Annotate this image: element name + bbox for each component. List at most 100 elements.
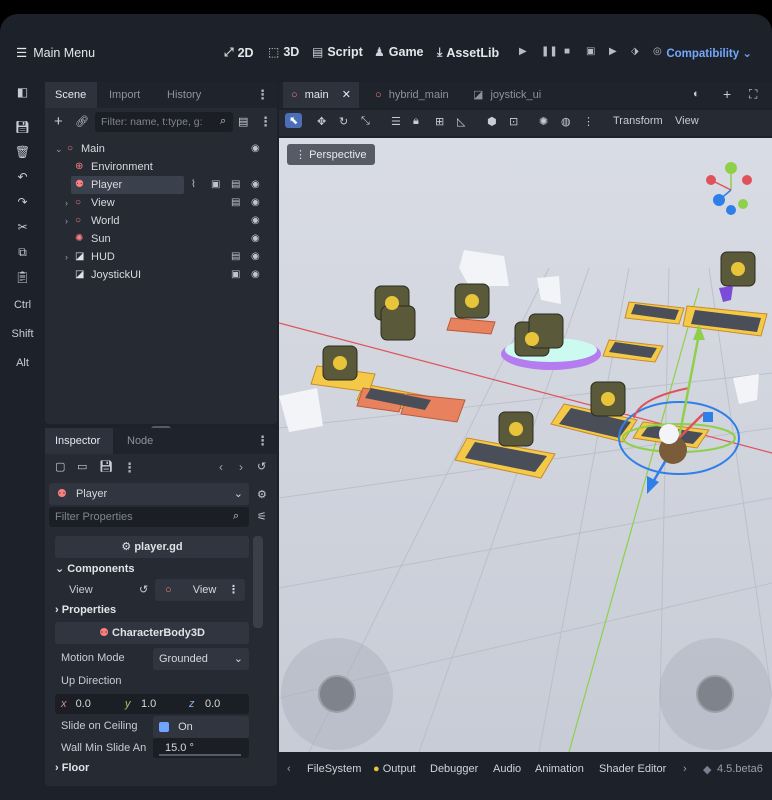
scene-instance-icon[interactable]: ▣	[211, 176, 220, 194]
main-menu-button[interactable]: ☰ Main Menu	[16, 45, 95, 61]
animation-tab[interactable]: Animation	[535, 763, 584, 775]
renderer-select[interactable]: Compatibility ⌄	[666, 46, 752, 60]
eye-icon[interactable]: ◉	[251, 266, 260, 284]
chevron-right-icon[interactable]: ›	[65, 248, 68, 266]
script-icon[interactable]: ▤	[231, 176, 240, 194]
select-tool-icon[interactable]: ⬉	[285, 113, 303, 128]
up-direction-field[interactable]: x 0.0 y 1.0 z 0.0	[55, 694, 249, 714]
open-folder-icon[interactable]: ▭	[77, 460, 87, 473]
scene-instance-icon[interactable]: ▣	[231, 266, 240, 284]
tab-scene[interactable]: Scene	[45, 82, 97, 108]
environment-preview-icon[interactable]: ◍	[561, 115, 571, 128]
tree-item-hud[interactable]: › ◪ HUD ▤ ◉	[45, 248, 277, 266]
move-tool-icon[interactable]: ✥	[317, 115, 326, 128]
play-scene-icon[interactable]: ▶	[609, 46, 617, 57]
workspace-game-button[interactable]: ♟ Game	[374, 45, 424, 59]
local-space-icon[interactable]: ⬢	[487, 115, 497, 128]
script-section[interactable]: ⚙ player.gd	[55, 536, 249, 558]
toggle-dock-icon[interactable]: ◧	[0, 85, 45, 99]
chevron-left-icon[interactable]: ‹	[219, 460, 223, 474]
add-tab-icon[interactable]: +	[723, 86, 731, 102]
perspective-menu[interactable]: ⋮ Perspective	[287, 144, 375, 165]
close-icon[interactable]: ✕	[342, 82, 351, 108]
redo-icon[interactable]: ↷	[0, 195, 45, 209]
ruler-icon[interactable]: ◺	[457, 115, 465, 128]
filter-properties-input[interactable]: Filter Properties	[49, 507, 249, 527]
distraction-free-icon[interactable]: ⛶	[749, 87, 757, 102]
properties-group[interactable]: › Properties	[55, 604, 116, 616]
link-icon[interactable]: 🔗︎	[75, 115, 89, 128]
right-joystick[interactable]	[659, 638, 771, 750]
tab-node[interactable]: Node	[117, 428, 163, 454]
add-node-icon[interactable]: +	[54, 113, 63, 130]
object-tools-icon[interactable]: ⚙	[257, 488, 267, 501]
tab-inspector[interactable]: Inspector	[45, 428, 113, 454]
list-select-icon[interactable]: ☰	[391, 115, 401, 128]
movie-maker-icon[interactable]: ◎	[653, 46, 662, 57]
tree-item-main[interactable]: ⌄ ○ Main ◉	[45, 140, 277, 158]
view-menu[interactable]: View	[675, 115, 699, 127]
rotate-tool-icon[interactable]: ↻	[339, 115, 348, 128]
output-tab[interactable]: ● Output	[373, 763, 416, 775]
new-resource-icon[interactable]: ▢	[55, 460, 65, 473]
save-icon[interactable]: 💾︎	[0, 120, 45, 134]
kebab-icon[interactable]: ⋮	[256, 87, 269, 103]
eye-icon[interactable]: ◉	[251, 140, 260, 158]
tab-hybrid-main[interactable]: ○ hybrid_main	[375, 82, 449, 108]
remote-debug-icon[interactable]: ▣	[586, 46, 595, 57]
tree-item-joystickui[interactable]: ◪ JoystickUI ▣ ◉	[45, 266, 277, 284]
group-icon[interactable]: ⊞	[435, 115, 444, 128]
joystick-knob[interactable]	[696, 675, 734, 713]
chevron-down-icon[interactable]: ⌄	[55, 140, 63, 158]
tree-item-sun[interactable]: ✺ Sun ◉	[45, 230, 277, 248]
eye-icon[interactable]: ◉	[251, 194, 260, 212]
eye-icon[interactable]: ◉	[251, 176, 260, 194]
scene-filter-input[interactable]: Filter: name, t:type, g:	[95, 112, 233, 132]
play-icon[interactable]: ▶	[519, 46, 527, 57]
pause-icon[interactable]: ❚❚	[541, 46, 558, 57]
workspace-script-button[interactable]: ▤ Script	[312, 45, 363, 59]
slider-track[interactable]	[159, 754, 241, 756]
filter-settings-icon[interactable]: ⚟	[257, 510, 267, 523]
filesystem-tab[interactable]: FileSystem	[307, 763, 361, 775]
tab-import[interactable]: Import	[99, 82, 150, 108]
debugger-tab[interactable]: Debugger	[430, 763, 478, 775]
play-custom-icon[interactable]: ⬗	[631, 46, 639, 57]
workspace-2d-button[interactable]: ⤢ 2D	[224, 45, 254, 60]
tab-joystick-ui[interactable]: ◪ joystick_ui	[473, 82, 541, 108]
kebab-icon[interactable]: ⋮	[123, 460, 136, 476]
shift-key[interactable]: Shift	[0, 328, 45, 340]
workspace-assetlib-button[interactable]: ⤓ AssetLib	[437, 45, 499, 60]
left-joystick[interactable]	[281, 638, 393, 750]
audio-tab[interactable]: Audio	[493, 763, 521, 775]
workspace-3d-button[interactable]: ⬚ 3D	[268, 45, 299, 59]
script-filter-icon[interactable]: ▤	[238, 115, 248, 128]
scale-tool-icon[interactable]: ⤡	[361, 115, 370, 128]
snap-icon[interactable]: ⊡	[509, 115, 518, 128]
chevron-left-icon[interactable]: ‹	[287, 763, 291, 775]
save-icon[interactable]: 💾︎	[99, 460, 113, 473]
cut-icon[interactable]: ✂	[0, 220, 45, 234]
tab-main[interactable]: ○ main ✕	[283, 82, 359, 108]
kebab-icon[interactable]: ⋮	[256, 433, 269, 449]
class-section[interactable]: ⚉ CharacterBody3D	[55, 622, 249, 644]
view-node-field[interactable]: ○ View ⋮	[155, 579, 245, 601]
tree-item-player[interactable]: ⚉ Player ⌇ ▣ ▤ ◉	[45, 176, 277, 194]
stop-icon[interactable]: ■	[564, 46, 570, 57]
kebab-icon[interactable]: ⋮	[583, 115, 594, 128]
paste-icon[interactable]: 📋︎	[0, 270, 45, 284]
kebab-icon[interactable]: ⋮	[259, 114, 272, 130]
slide-on-ceiling-checkbox[interactable]: On	[153, 716, 249, 738]
chevron-right-icon[interactable]: ›	[683, 763, 687, 775]
tree-item-view[interactable]: › ○ View ▤ ◉	[45, 194, 277, 212]
revert-icon[interactable]: ↺	[139, 583, 148, 596]
delete-icon[interactable]: 🗑︎	[0, 145, 45, 159]
eye-icon[interactable]: ◉	[251, 230, 260, 248]
inspector-scrollbar[interactable]	[253, 536, 263, 628]
object-selector[interactable]: ⚉ Player ⌄	[49, 483, 249, 505]
components-group[interactable]: ⌄ Components	[55, 562, 135, 575]
script-icon[interactable]: ▤	[231, 194, 240, 212]
undo-icon[interactable]: ↶	[0, 170, 45, 184]
eye-icon[interactable]: ◉	[251, 212, 260, 230]
joystick-knob[interactable]	[318, 675, 356, 713]
